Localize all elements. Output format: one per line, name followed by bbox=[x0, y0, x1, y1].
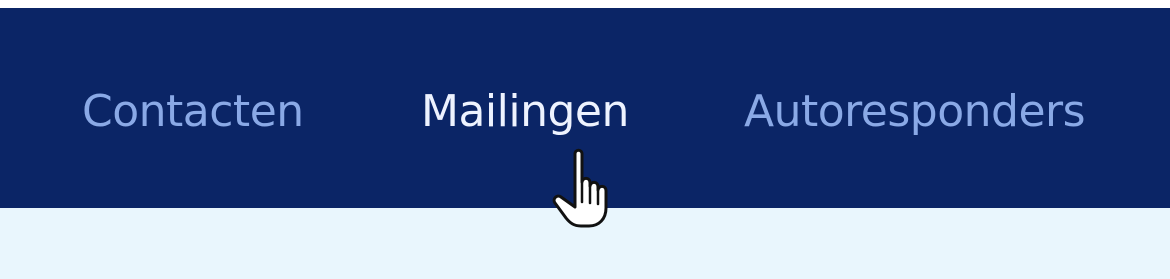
nav-item-contacten[interactable]: Contacten bbox=[82, 84, 304, 140]
main-navigation: Contacten Mailingen Autoresponders bbox=[0, 8, 1170, 208]
top-strip bbox=[0, 0, 1170, 8]
nav-item-mailingen[interactable]: Mailingen bbox=[421, 84, 629, 140]
content-area bbox=[0, 208, 1170, 279]
nav-item-autoresponders[interactable]: Autoresponders bbox=[744, 84, 1086, 140]
